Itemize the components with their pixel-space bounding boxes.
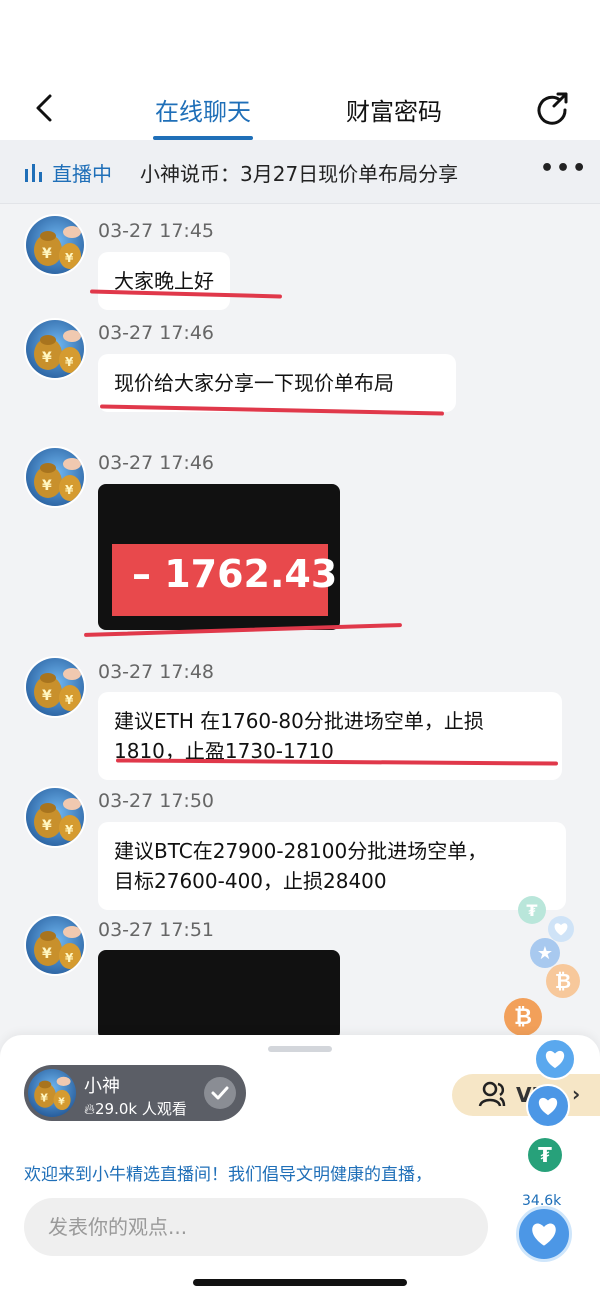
message-bubble: 现价给大家分享一下现价单布局 — [98, 354, 456, 412]
live-title: 小神说币：3月27日现价单布局分享 — [140, 162, 459, 186]
follow-check-button[interactable] — [204, 1077, 236, 1109]
message-text-line: 目标27600-400，止损28400 — [114, 869, 387, 893]
message-time: 03-27 17:50 — [98, 790, 215, 812]
group-icon — [478, 1080, 510, 1112]
live-bars-icon — [24, 163, 44, 187]
message-time: 03-27 17:45 — [98, 220, 215, 242]
heart-icon — [532, 1223, 556, 1246]
avatar[interactable] — [24, 656, 86, 718]
price-value: – 1762.43 — [132, 552, 338, 596]
tab-online-chat[interactable]: 在线聊天 — [155, 92, 251, 127]
message-text: 现价给大家分享一下现价单布局 — [114, 371, 394, 395]
tether-icon: ₮ — [528, 1138, 562, 1172]
more-icon[interactable]: ••• — [540, 156, 588, 181]
message-time: 03-27 17:51 — [98, 919, 215, 941]
fire-icon: 🔥︎ — [84, 1100, 96, 1118]
chat-image[interactable] — [98, 950, 340, 1040]
heart-icon — [534, 1038, 576, 1080]
like-button[interactable] — [516, 1206, 572, 1262]
bitcoin-icon: ₿ — [546, 964, 580, 998]
message-time: 03-27 17:46 — [98, 322, 215, 344]
back-icon[interactable] — [28, 90, 64, 126]
tether-icon: ₮ — [518, 896, 546, 924]
star-icon: ★ — [530, 938, 560, 968]
price-band: – 1762.43 — [112, 544, 337, 616]
avatar[interactable] — [24, 914, 86, 976]
top-bar — [0, 0, 600, 140]
price-screenshot-image[interactable]: – 1762.43 — [98, 484, 340, 630]
message-bubble: 建议BTC在27900-28100分批进场空单， 目标27600-400，止损2… — [98, 822, 566, 910]
message-time: 03-27 17:48 — [98, 661, 215, 683]
host-avatar[interactable] — [28, 1069, 76, 1117]
bitcoin-icon: ₿ — [504, 998, 542, 1036]
host-viewers: 🔥︎29.0k 人观看 — [84, 1100, 187, 1118]
heart-icon — [548, 916, 574, 942]
message-time: 03-27 17:46 — [98, 452, 215, 474]
share-icon[interactable] — [534, 90, 570, 126]
tab-wealth-code[interactable]: 财富密码 — [346, 92, 442, 127]
heart-icon — [526, 1084, 570, 1128]
avatar[interactable] — [24, 318, 86, 380]
home-indicator — [193, 1279, 407, 1286]
avatar[interactable] — [24, 786, 86, 848]
message-bubble: 大家晚上好 — [98, 252, 230, 310]
comment-input[interactable] — [24, 1198, 488, 1256]
message-text-line: 建议ETH 在1760-80分批进场空单，止损 — [114, 709, 484, 733]
avatar[interactable] — [24, 214, 86, 276]
live-status: 直播中 — [52, 162, 112, 186]
welcome-message: 欢迎来到小牛精选直播间！我们倡导文明健康的直播， — [24, 1165, 432, 1185]
message-bubble: 建议ETH 在1760-80分批进场空单，止损 1810，止盈1730-1710 — [98, 692, 562, 780]
drag-handle[interactable] — [268, 1046, 332, 1052]
chevron-right-icon: › — [572, 1082, 581, 1106]
host-name: 小神 — [84, 1076, 120, 1097]
avatar[interactable] — [24, 446, 86, 508]
message-text-line: 建议BTC在27900-28100分批进场空单， — [114, 839, 488, 863]
